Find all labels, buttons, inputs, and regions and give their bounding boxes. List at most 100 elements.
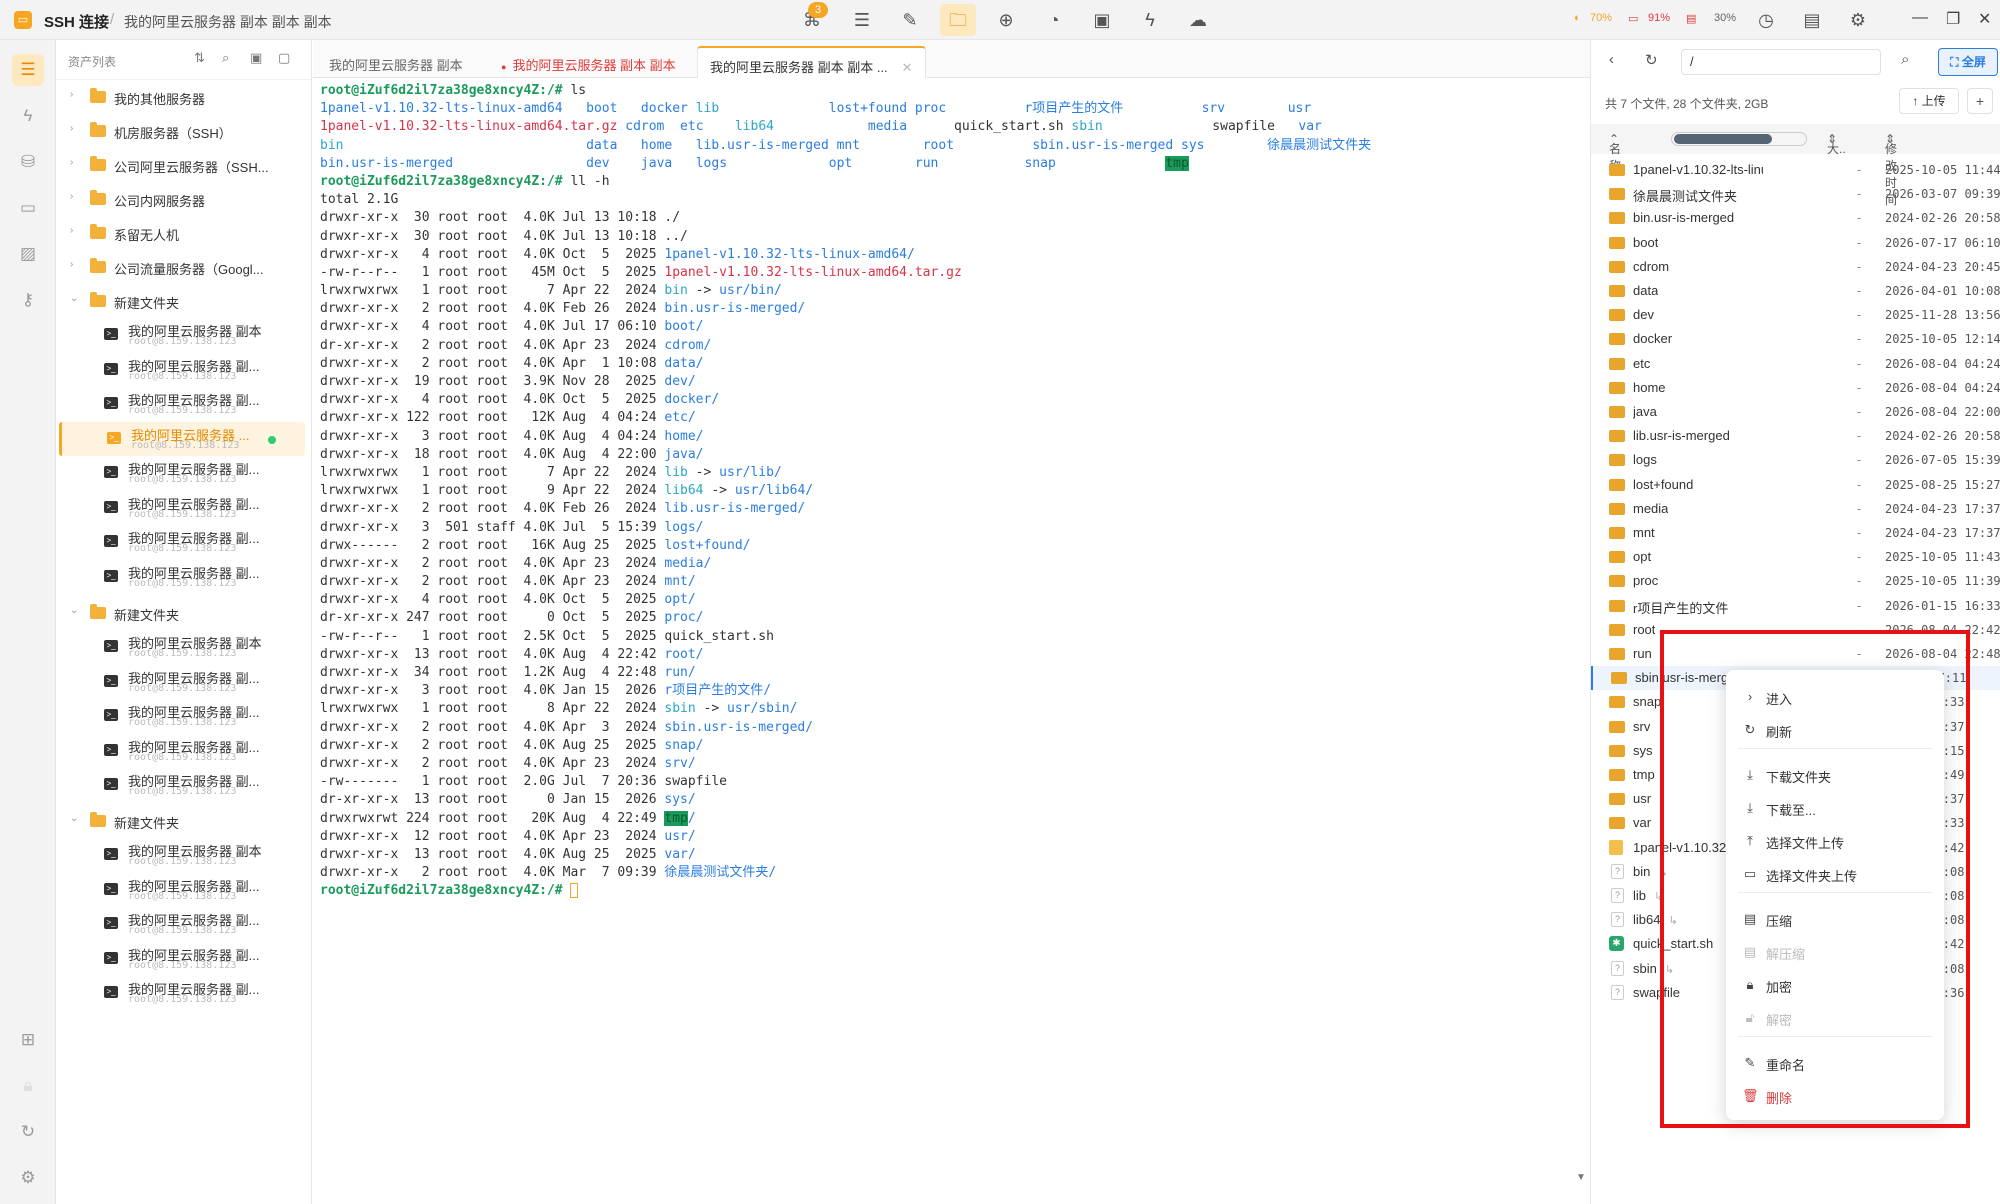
file-row[interactable]: logs - 2026-07-05 15:39 [1591, 448, 2000, 472]
tab-session-2[interactable]: 我的阿里云服务器 副本 副本 [489, 46, 688, 78]
lightning-icon[interactable]: ϟ [1138, 8, 1162, 32]
tree-folder-expanded[interactable]: ⌄ 新建文件夹 [56, 284, 312, 318]
search-icon[interactable]: ⌕ [1901, 51, 1909, 68]
close-icon[interactable]: ✕ [1978, 9, 1991, 29]
file-size: - [1857, 404, 1862, 419]
database-icon[interactable]: ⛁ [12, 146, 44, 178]
server-item[interactable]: >_ 我的阿里云服务器 副... root@8.159.138.123 [56, 665, 312, 699]
eraser-icon[interactable]: ✎ [898, 8, 922, 32]
layout-icon[interactable]: ▤ [1800, 8, 1824, 32]
server-item[interactable]: >_ 我的阿里云服务器 副本 root@8.159.138.123 [56, 318, 312, 352]
ll-output-row: dr-xr-xr-x 13 root root 0 Jan 15 2026 sy… [320, 792, 696, 808]
fullscreen-button[interactable]: ⛶ 全屏 [1938, 48, 1998, 76]
download-icon[interactable]: ⊕ [994, 8, 1018, 32]
tree-folder-expanded[interactable]: ⌄ 新建文件夹 [56, 596, 312, 630]
file-row[interactable]: media - 2024-04-23 17:37 [1591, 497, 2000, 521]
scroll-down-icon[interactable]: ▼ [1576, 1172, 1586, 1183]
terminal-icon[interactable]: ▣ [1090, 8, 1114, 32]
file-row[interactable]: proc - 2025-10-05 11:39 [1591, 569, 2000, 593]
tree-folder[interactable]: › 我的其他服务器 [56, 80, 312, 114]
server-item[interactable]: >_ 我的阿里云服务器 副本 root@8.159.138.123 [56, 630, 312, 664]
cpu-usage: 70% [1590, 12, 1613, 24]
file-row[interactable]: opt - 2025-10-05 11:43 [1591, 545, 2000, 569]
folder-icon [90, 224, 106, 239]
file-row[interactable]: docker - 2025-10-05 12:14 [1591, 327, 2000, 351]
key-icon[interactable]: ⚷ [12, 284, 44, 316]
server-item[interactable]: >_ 我的阿里云服务器 副... root@8.159.138.123 [56, 560, 312, 594]
server-item[interactable]: >_ 我的阿里云服务器 副... root@8.159.138.123 [56, 353, 312, 387]
file-row[interactable]: 徐晨晨测试文件夹 - 2026-03-07 09:39 [1591, 182, 2000, 206]
tree-folder[interactable]: › 机房服务器（SSH） [56, 114, 312, 148]
lightning-icon[interactable]: ϟ [12, 100, 44, 132]
video-icon[interactable]: ▭ [12, 192, 44, 224]
server-item[interactable]: >_ 我的阿里云服务器 副... root@8.159.138.123 [56, 976, 312, 1010]
scrollbar-thumb[interactable] [1674, 134, 1772, 144]
file-row[interactable]: r项目产生的文件 - 2026-01-15 16:33 [1591, 594, 2000, 618]
refresh-icon[interactable]: ↻ [1645, 51, 1658, 69]
image-icon[interactable]: ▨ [12, 238, 44, 270]
tab-session-3[interactable]: 我的阿里云服务器 副本 副本 ... ✕ [697, 46, 926, 78]
col-name[interactable]: 名称 ⌃ [1609, 132, 1621, 173]
server-item[interactable]: >_ 我的阿里云服务器 副... root@8.159.138.123 [56, 734, 312, 768]
col-time[interactable]: 修改时间 ⇕ [1885, 132, 1897, 207]
server-item[interactable]: >_ 我的阿里云服务器 ... root@8.159.138.123 [59, 421, 305, 456]
tree-folder[interactable]: › 公司阿里云服务器（SSH... [56, 148, 312, 182]
upload-button[interactable]: ↑ 上传 [1899, 88, 1959, 114]
settings-icon[interactable]: ⚙ [1846, 8, 1870, 32]
cloud-upload-icon[interactable]: ☁ [1186, 8, 1210, 32]
servers-icon[interactable]: ☰ [12, 54, 44, 86]
notes-icon[interactable]: ☰ [850, 8, 874, 32]
settings-icon[interactable]: ⚙ [12, 1162, 44, 1194]
server-item[interactable]: >_ 我的阿里云服务器 副... root@8.159.138.123 [56, 907, 312, 941]
search-icon[interactable]: ⌕ [222, 50, 229, 66]
server-item[interactable]: >_ 我的阿里云服务器 副... root@8.159.138.123 [56, 942, 312, 976]
file-row[interactable]: 1panel-v1.10.32-lts-linux-amd64 - 2025-10-… [1591, 158, 2000, 182]
path-input[interactable]: / [1681, 49, 1881, 75]
file-row[interactable]: dev - 2025-11-28 13:56 [1591, 303, 2000, 327]
lock-icon[interactable]: 🔒︎ [12, 1070, 44, 1102]
file-row[interactable]: bin.usr-is-merged - 2024-02-26 20:58 [1591, 206, 2000, 230]
add-connection-icon[interactable]: ▣ [250, 50, 262, 66]
ls-output-row: 1panel-v1.10.32-lts-linux-amd64 boot doc… [320, 101, 1312, 117]
minimize-icon[interactable]: — [1912, 9, 1928, 27]
tree-folder[interactable]: › 公司内网服务器 [56, 182, 312, 216]
close-tab-icon[interactable]: ✕ [902, 60, 913, 75]
apps-icon[interactable]: ⊞ [12, 1024, 44, 1056]
back-icon[interactable]: ‹ [1609, 51, 1614, 68]
file-row[interactable]: lost+found - 2025-08-25 15:27 [1591, 473, 2000, 497]
server-item[interactable]: >_ 我的阿里云服务器 副... root@8.159.138.123 [56, 699, 312, 733]
clock-icon[interactable]: ◷ [1754, 8, 1778, 32]
server-item[interactable]: >_ 我的阿里云服务器 副... root@8.159.138.123 [56, 768, 312, 802]
file-row[interactable]: mnt - 2024-04-23 17:37 [1591, 521, 2000, 545]
server-item[interactable]: >_ 我的阿里云服务器 副... root@8.159.138.123 [56, 456, 312, 490]
file-row[interactable]: lib.usr-is-merged - 2024-02-26 20:58 [1591, 424, 2000, 448]
speed-icon[interactable]: ◔ [1042, 8, 1066, 32]
terminal-output[interactable]: root@iZuf6d2il7za38ge8xncy4Z:/# ls 1panel… [320, 82, 1582, 1192]
server-item[interactable]: >_ 我的阿里云服务器 副... root@8.159.138.123 [56, 387, 312, 421]
server-item[interactable]: >_ 我的阿里云服务器 副... root@8.159.138.123 [56, 525, 312, 559]
tree-folder[interactable]: › 系留无人机 [56, 216, 312, 250]
tab-session-1[interactable]: 我的阿里云服务器 副本 [317, 46, 475, 78]
server-item[interactable]: >_ 我的阿里云服务器 副... root@8.159.138.123 [56, 491, 312, 525]
ll-output-row: lrwxrwxrwx 1 root root 8 Apr 22 2024 sbi… [320, 701, 798, 717]
file-row[interactable]: etc - 2026-08-04 04:24 [1591, 352, 2000, 376]
file-row[interactable]: boot - 2026-07-17 06:10 [1591, 231, 2000, 255]
tree-folder[interactable]: › 公司流量服务器（Googl... [56, 250, 312, 284]
file-row[interactable]: cdrom - 2024-04-23 20:45 [1591, 255, 2000, 279]
file-row[interactable]: java - 2026-08-04 22:00 [1591, 400, 2000, 424]
sync-icon[interactable]: ↻ [12, 1116, 44, 1148]
fullscreen-icon: ⛶ [1950, 55, 1962, 69]
file-icon: ? [1611, 863, 1624, 879]
restore-icon[interactable]: ❐ [1946, 9, 1960, 29]
file-row[interactable]: home - 2026-08-04 04:24 [1591, 376, 2000, 400]
server-item[interactable]: >_ 我的阿里云服务器 副本 root@8.159.138.123 [56, 838, 312, 872]
new-item-button[interactable]: + [1967, 88, 1993, 114]
tree-folder-expanded[interactable]: ⌄ 新建文件夹 [56, 804, 312, 838]
file-row[interactable]: data - 2026-04-01 10:08 [1591, 279, 2000, 303]
server-item[interactable]: >_ 我的阿里云服务器 副... root@8.159.138.123 [56, 873, 312, 907]
add-folder-icon[interactable]: ▢ [278, 50, 290, 66]
filter-icon[interactable]: ⇅ [194, 50, 205, 66]
folder-icon[interactable]: 🗀︎ [940, 4, 976, 36]
name-column-scrollbar[interactable] [1671, 132, 1807, 146]
col-size[interactable]: 大.. ⇕ [1827, 132, 1846, 156]
